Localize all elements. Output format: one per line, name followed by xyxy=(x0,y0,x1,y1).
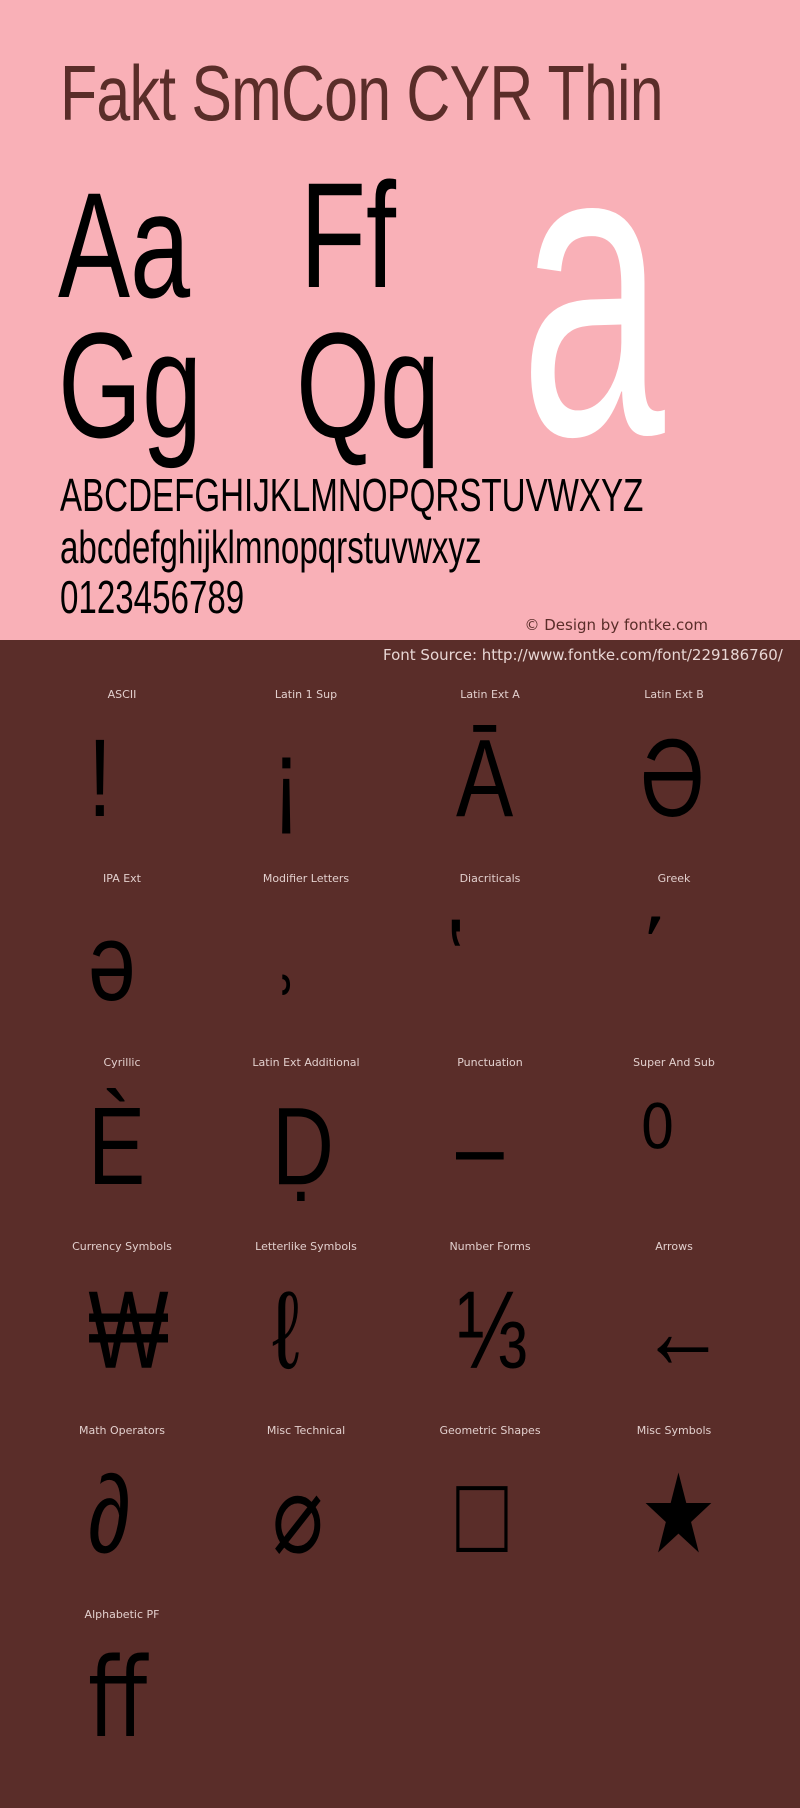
unicode-block-cell: Number Forms ⅓ xyxy=(398,1232,582,1416)
sample-qq: Qq xyxy=(296,301,441,469)
block-label: Geometric Shapes xyxy=(439,1424,541,1437)
unicode-block-cell: Geometric Shapes □ xyxy=(398,1416,582,1600)
block-label: Cyrillic xyxy=(103,1056,141,1069)
unicode-block-cell: Latin 1 Sup ¡ xyxy=(214,680,398,864)
sample-aa: Aa xyxy=(58,161,191,329)
unicode-block-cell: Modifier Letters ˒ xyxy=(214,864,398,1048)
design-credit: © Design by fontke.com xyxy=(524,616,708,634)
block-label: Greek xyxy=(657,872,691,885)
font-source-link[interactable]: Font Source: http://www.fontke.com/font/… xyxy=(383,646,783,664)
block-sample-glyph: ﬀ xyxy=(88,1637,148,1760)
unicode-block-cell: ASCII! xyxy=(30,680,214,864)
block-label: Punctuation xyxy=(457,1056,523,1069)
block-label: Diacriticals xyxy=(459,872,521,885)
block-label: Modifier Letters xyxy=(262,872,350,885)
block-sample-glyph: Ѐ xyxy=(88,1085,146,1208)
unicode-block-cell: Punctuation ‒ xyxy=(398,1048,582,1232)
block-label: Misc Technical xyxy=(266,1424,346,1437)
block-label: Arrows xyxy=(655,1240,693,1253)
unicode-block-cell: Arrows ← xyxy=(582,1232,766,1416)
unicode-block-cell: Letterlike Symbols ℓ xyxy=(214,1232,398,1416)
block-label: Currency Symbols xyxy=(72,1240,172,1253)
block-sample-glyph: ˒ xyxy=(272,901,301,1024)
block-sample-glyph: ℓ xyxy=(272,1269,300,1392)
block-label: Latin Ext A xyxy=(460,688,520,701)
unicode-block-cell: Diacriticals̔ xyxy=(398,864,582,1048)
block-sample-glyph: ¡ xyxy=(272,717,301,840)
block-sample-glyph: ‒ xyxy=(456,1085,504,1208)
block-label: Number Forms xyxy=(449,1240,531,1253)
block-label: ASCII xyxy=(107,688,137,701)
unicode-block-cell: Misc Symbols ★ xyxy=(582,1416,766,1600)
unicode-block-cell: Greek ΄ xyxy=(582,864,766,1048)
unicode-block-cell: Latin Ext B Ə xyxy=(582,680,766,864)
big-sample-glyph: a xyxy=(520,55,665,524)
block-label: IPA Ext xyxy=(103,872,141,885)
block-sample-glyph: ★ xyxy=(640,1453,717,1576)
lowercase-alphabet: abcdefghijklmnopqrstuvwxyz xyxy=(60,521,482,573)
unicode-block-cell: Currency Symbols ₩ xyxy=(30,1232,214,1416)
font-preview-header: Fakt SmCon CYR Thin Aa Ff Gg Qq a ABCDEF… xyxy=(0,0,800,640)
unicode-block-cell: Latin Ext Additional Ḍ xyxy=(214,1048,398,1232)
block-sample-glyph: ə xyxy=(88,901,136,1024)
block-sample-glyph: Ā xyxy=(456,717,514,840)
block-label: Latin 1 Sup xyxy=(274,688,338,701)
unicode-block-cell: Math Operators ∂ xyxy=(30,1416,214,1600)
unicode-block-cell: Latin Ext A Ā xyxy=(398,680,582,864)
block-sample-glyph: Ḍ xyxy=(272,1085,334,1208)
block-label: Latin Ext Additional xyxy=(252,1056,360,1069)
block-sample-glyph: Ə xyxy=(640,717,705,840)
block-label: Alphabetic PF xyxy=(84,1608,160,1621)
sample-ff: Ff xyxy=(300,151,396,319)
block-sample-glyph: ! xyxy=(88,717,112,840)
digits: 0123456789 xyxy=(60,571,245,623)
block-sample-glyph: □ xyxy=(456,1453,508,1576)
block-label: Misc Symbols xyxy=(636,1424,712,1437)
block-sample-glyph: ∂ xyxy=(88,1453,131,1576)
block-sample-glyph: ⅓ xyxy=(456,1269,528,1392)
unicode-block-cell: Alphabetic PF ﬀ xyxy=(30,1600,214,1784)
block-sample-glyph: ← xyxy=(640,1269,726,1392)
block-label: Latin Ext B xyxy=(644,688,704,701)
unicode-block-cell: Cyrillic Ѐ xyxy=(30,1048,214,1232)
block-label: Math Operators xyxy=(79,1424,165,1437)
unicode-block-cell: Super And Sub ⁰ xyxy=(582,1048,766,1232)
block-label: Super And Sub xyxy=(633,1056,715,1069)
unicode-block-cell: IPA Ext ə xyxy=(30,864,214,1048)
block-sample-glyph: ⌀ xyxy=(272,1453,324,1576)
unicode-block-cell: Misc Technical ⌀ xyxy=(214,1416,398,1600)
block-sample-glyph: ΄ xyxy=(640,901,669,1024)
block-label: Letterlike Symbols xyxy=(255,1240,357,1253)
block-sample-glyph: ⁰ xyxy=(640,1085,675,1208)
sample-gg: Gg xyxy=(58,301,203,469)
block-sample-glyph: ₩ xyxy=(88,1269,169,1392)
uppercase-alphabet: ABCDEFGHIJKLMNOPQRSTUVWXYZ xyxy=(60,469,644,521)
